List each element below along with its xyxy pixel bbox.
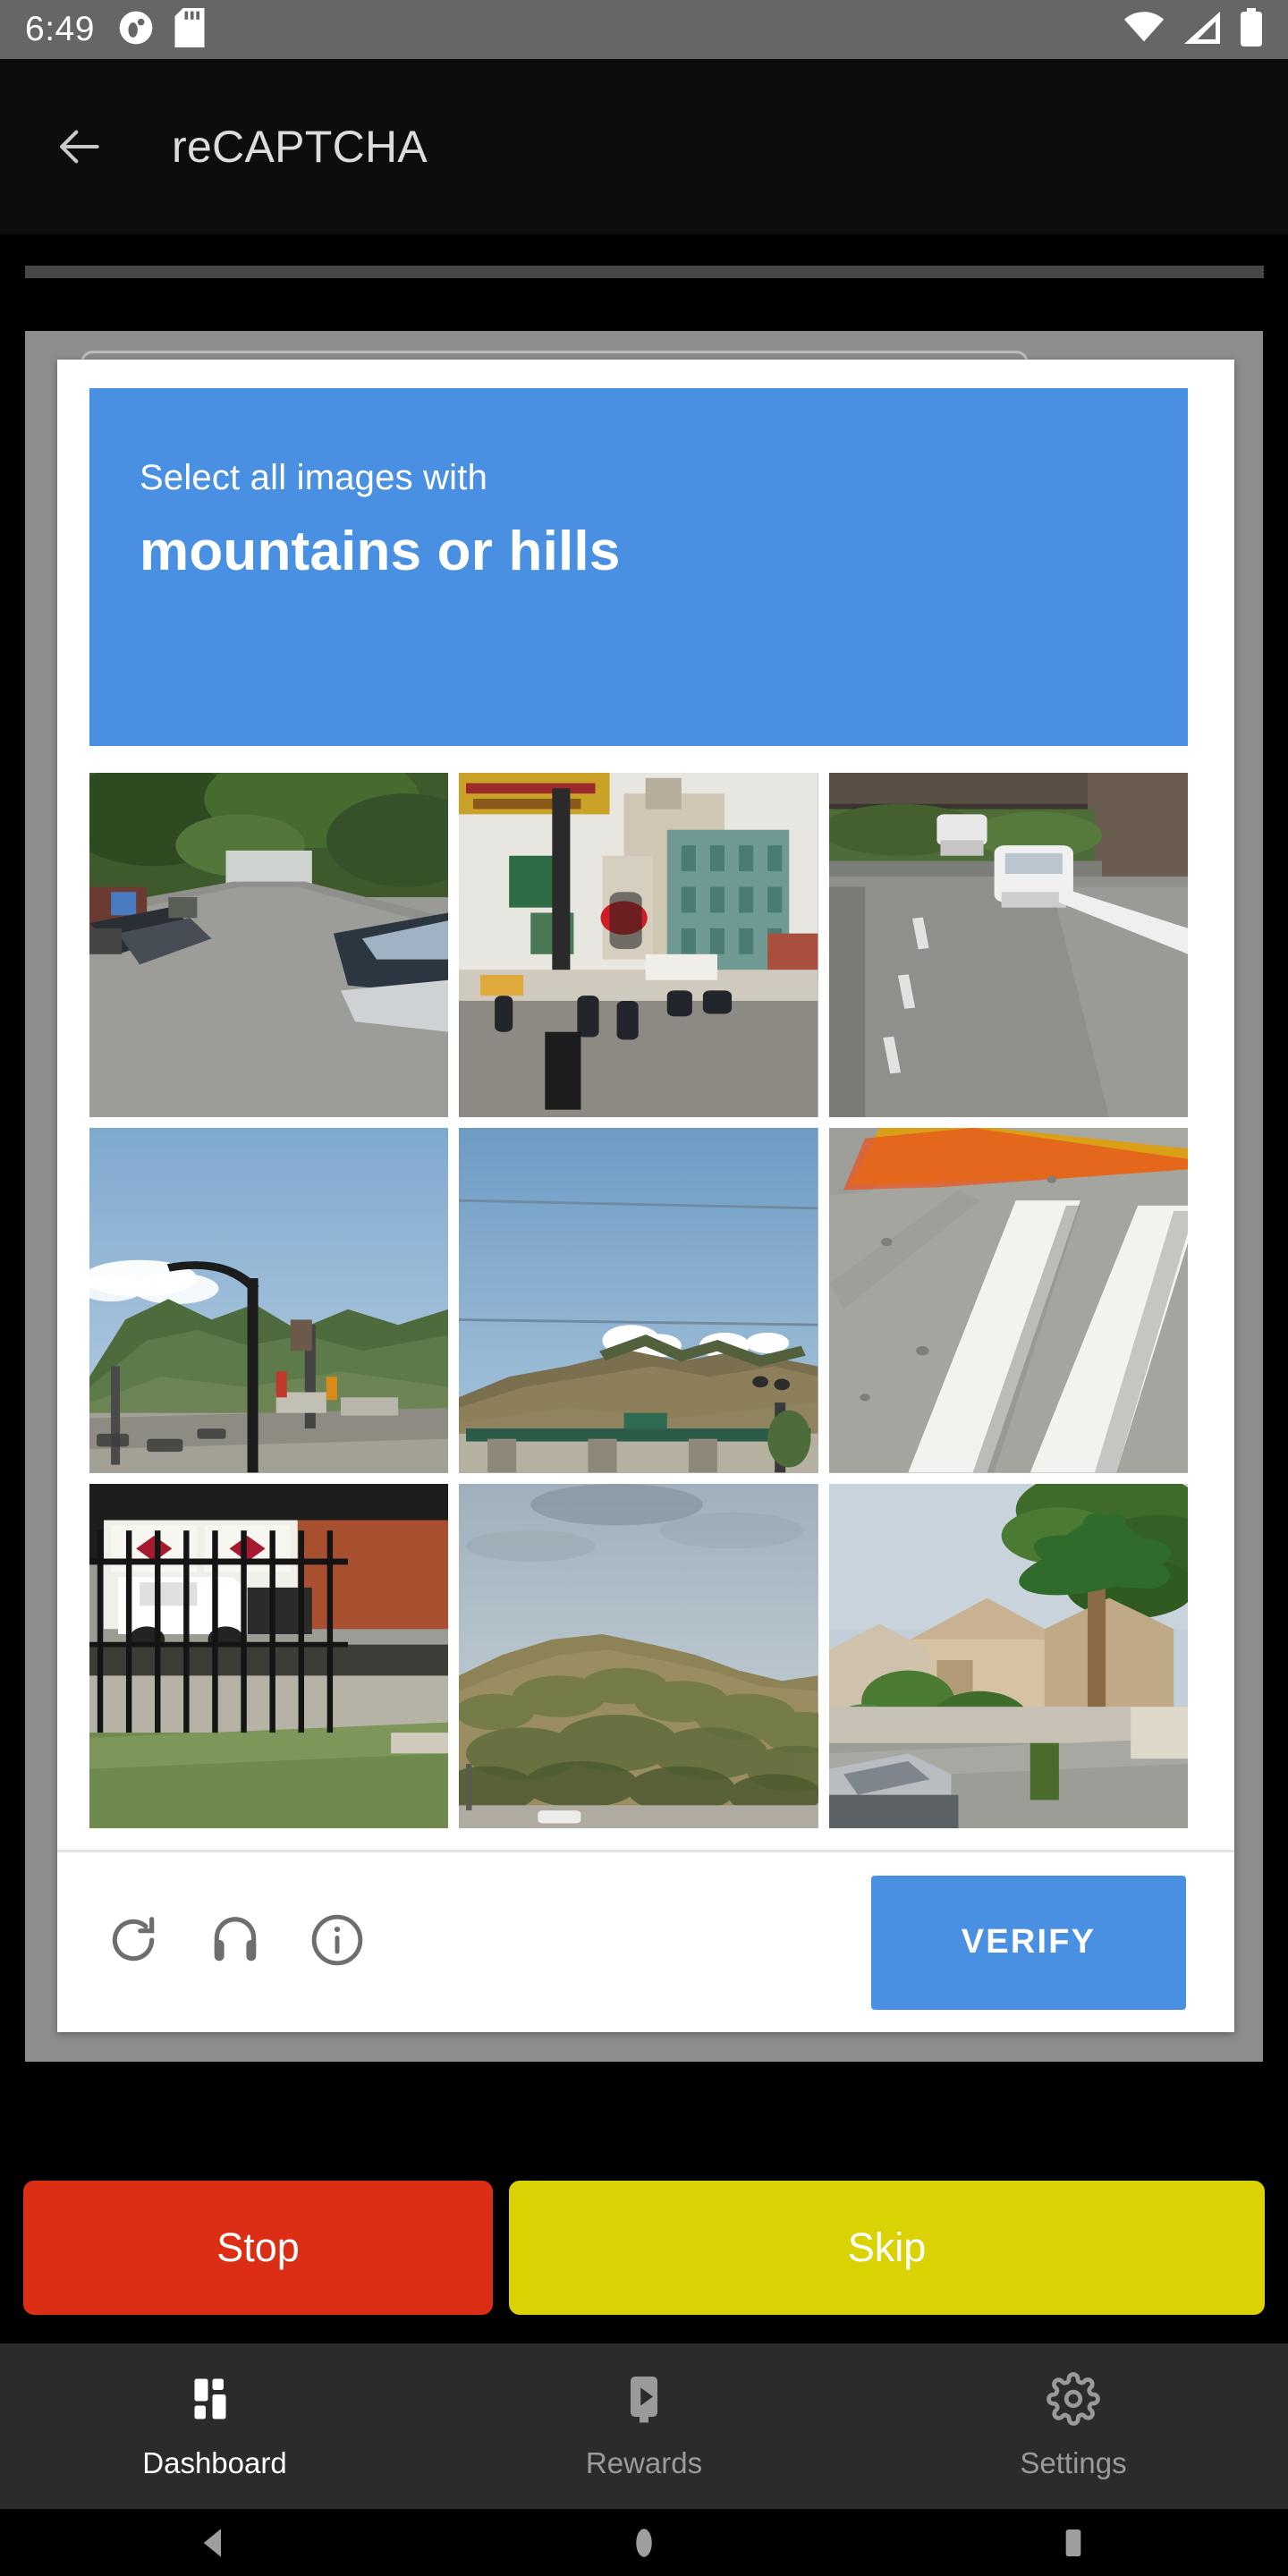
captcha-tile-9[interactable] <box>828 1483 1188 1828</box>
nav-item-settings[interactable]: Settings <box>859 2343 1288 2509</box>
app-notification-icon <box>118 10 154 50</box>
dashboard-icon <box>188 2372 242 2430</box>
status-left-icons <box>118 7 206 52</box>
nav-item-rewards[interactable]: Rewards <box>429 2343 859 2509</box>
progress-bar <box>25 266 1264 278</box>
smart-display-icon <box>617 2372 671 2430</box>
nav-label-dashboard: Dashboard <box>142 2446 287 2479</box>
status-right-icons <box>1123 7 1263 52</box>
system-navigation-bar <box>0 2509 1288 2576</box>
captcha-webview-container: Select all images with mountains or hill… <box>25 331 1263 2062</box>
captcha-tile-3[interactable] <box>828 773 1188 1118</box>
captcha-footer: VERIFY <box>57 1850 1234 2032</box>
sd-card-icon <box>174 7 206 52</box>
captcha-tile-6[interactable] <box>828 1128 1188 1473</box>
captcha-footer-icons <box>106 1912 365 1972</box>
cellular-signal-icon <box>1182 10 1222 50</box>
nav-item-dashboard[interactable]: Dashboard <box>0 2343 429 2509</box>
status-time: 6:49 <box>25 10 95 48</box>
captcha-tile-5[interactable] <box>459 1128 818 1473</box>
headphones-icon[interactable] <box>208 1912 263 1972</box>
info-icon[interactable] <box>309 1912 365 1972</box>
status-bar: 6:49 <box>0 0 1288 59</box>
captcha-image-grid <box>89 773 1188 1828</box>
gear-icon <box>1046 2372 1100 2430</box>
bottom-navigation: Dashboard Rewards Settings <box>0 2343 1288 2509</box>
nav-label-settings: Settings <box>1020 2446 1127 2479</box>
back-arrow-icon[interactable] <box>27 122 134 172</box>
captcha-tile-7[interactable] <box>89 1483 449 1828</box>
captcha-prompt-target: mountains or hills <box>140 521 621 582</box>
captcha-tile-8[interactable] <box>459 1483 818 1828</box>
captcha-tile-1[interactable] <box>89 773 449 1118</box>
verify-button[interactable]: VERIFY <box>871 1875 1186 2010</box>
battery-icon <box>1240 7 1263 52</box>
captcha-panel: Select all images with mountains or hill… <box>57 360 1234 2032</box>
wifi-icon <box>1123 10 1165 50</box>
reload-icon[interactable] <box>106 1912 161 1972</box>
system-back-icon[interactable] <box>0 2509 429 2576</box>
captcha-instruction-banner: Select all images with mountains or hill… <box>89 388 1188 746</box>
captcha-prompt-prefix: Select all images with <box>140 458 488 497</box>
system-recents-icon[interactable] <box>859 2509 1288 2576</box>
stop-button[interactable]: Stop <box>23 2181 493 2315</box>
system-home-icon[interactable] <box>429 2509 859 2576</box>
page-title: reCAPTCHA <box>172 122 428 172</box>
captcha-tile-4[interactable] <box>89 1128 449 1473</box>
app-header: reCAPTCHA <box>0 59 1288 234</box>
nav-label-rewards: Rewards <box>585 2446 703 2479</box>
skip-button[interactable]: Skip <box>509 2181 1265 2315</box>
action-button-row: Stop Skip <box>0 2181 1288 2315</box>
captcha-tile-2[interactable] <box>459 773 818 1118</box>
